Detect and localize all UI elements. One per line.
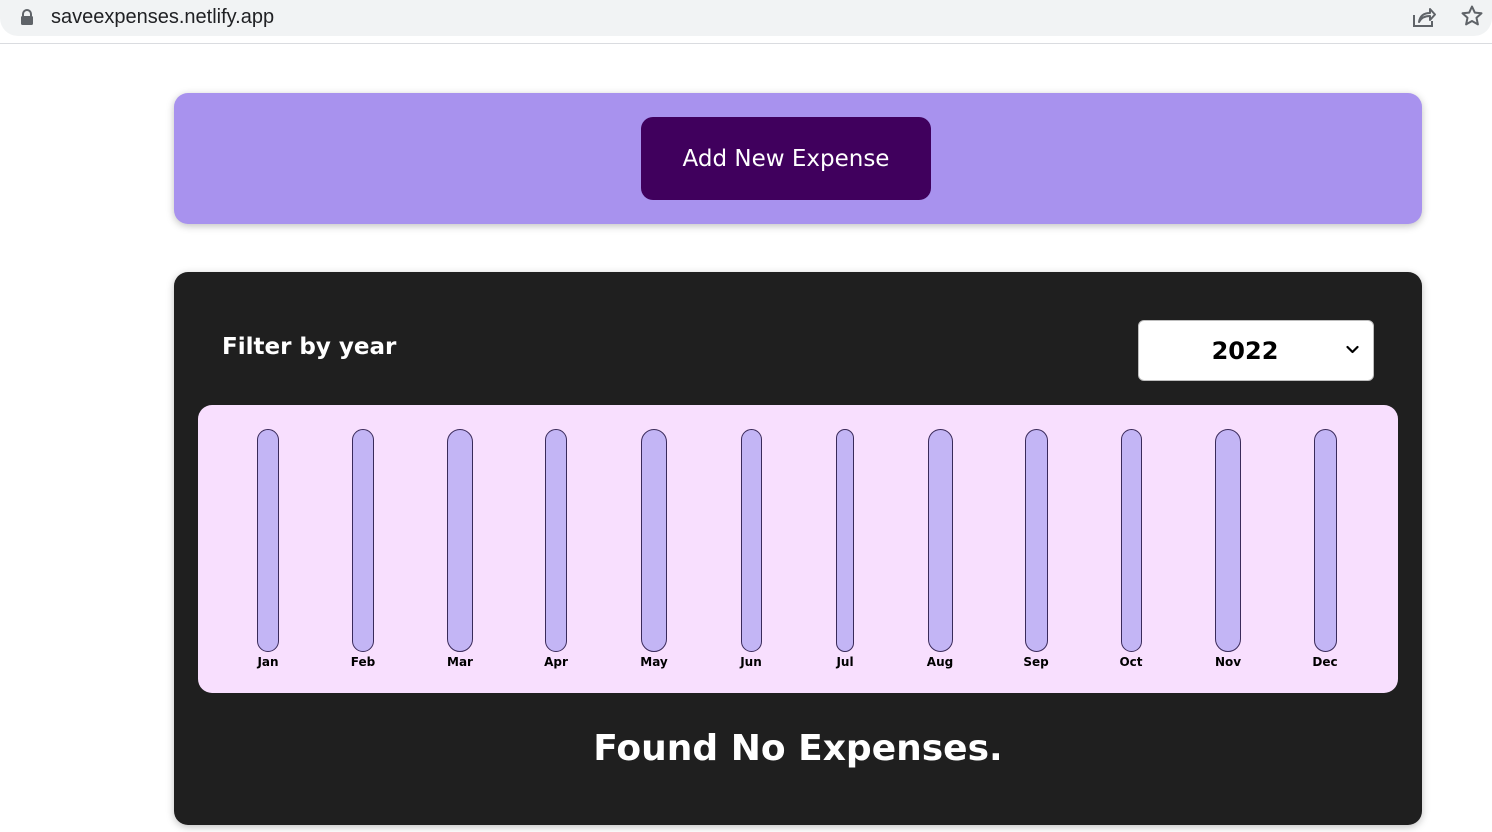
share-icon[interactable] [1411, 5, 1437, 29]
chart-bar-label: Jan [257, 655, 279, 669]
chart-bar-label: Jun [740, 655, 762, 669]
chart-bar-apr [545, 429, 567, 652]
chart-bar-dec [1313, 429, 1337, 652]
chart-bar-label: Aug [926, 655, 954, 669]
chart-bar-label: Feb [350, 655, 376, 669]
chart-bar-jan [257, 429, 279, 652]
selected-year: 2022 [1211, 337, 1279, 365]
chart-bar-jul [836, 429, 854, 652]
address-bar[interactable]: saveexpenses.netlify.app [0, 0, 1492, 36]
empty-message: Found No Expenses. [593, 728, 1003, 769]
chart-bar-label: Apr [544, 655, 568, 669]
chart-bar-nov [1215, 429, 1241, 652]
chart-bar-may [641, 429, 667, 652]
expenses-chart: Jan Feb Mar Apr May Jun Jul Aug Sep Oct Nov Dec [198, 405, 1398, 693]
chart-bar-oct [1120, 429, 1142, 652]
new-expense-panel: Add New Expense [174, 93, 1422, 224]
filter-label: Filter by year [222, 334, 397, 360]
chart-bar-label: Mar [447, 655, 473, 669]
chart-bar-sep [1024, 429, 1048, 652]
add-new-expense-button[interactable]: Add New Expense [641, 117, 931, 200]
chart-bar-label: Dec [1312, 655, 1338, 669]
chart-bar-label: Sep [1023, 655, 1049, 669]
chevron-down-icon [1346, 345, 1359, 354]
year-select[interactable]: 2022 [1138, 320, 1374, 381]
browser-toolbar: saveexpenses.netlify.app [0, 0, 1492, 44]
url-text[interactable]: saveexpenses.netlify.app [51, 5, 274, 29]
lock-icon [21, 9, 33, 25]
chart-bar-jun [740, 429, 762, 652]
chart-bar-mar [447, 429, 473, 652]
chart-bar-aug [927, 429, 953, 652]
chart-bar-feb [352, 429, 374, 652]
chart-bar-label: May [640, 655, 668, 669]
chart-bar-label: Oct [1119, 655, 1143, 669]
star-icon[interactable] [1460, 4, 1484, 28]
expenses-panel: Filter by year 2022 Jan Feb Mar Apr May Jun Ju… [174, 272, 1422, 825]
chart-bar-label: Jul [836, 655, 854, 669]
chart-bar-label: Nov [1214, 655, 1242, 669]
